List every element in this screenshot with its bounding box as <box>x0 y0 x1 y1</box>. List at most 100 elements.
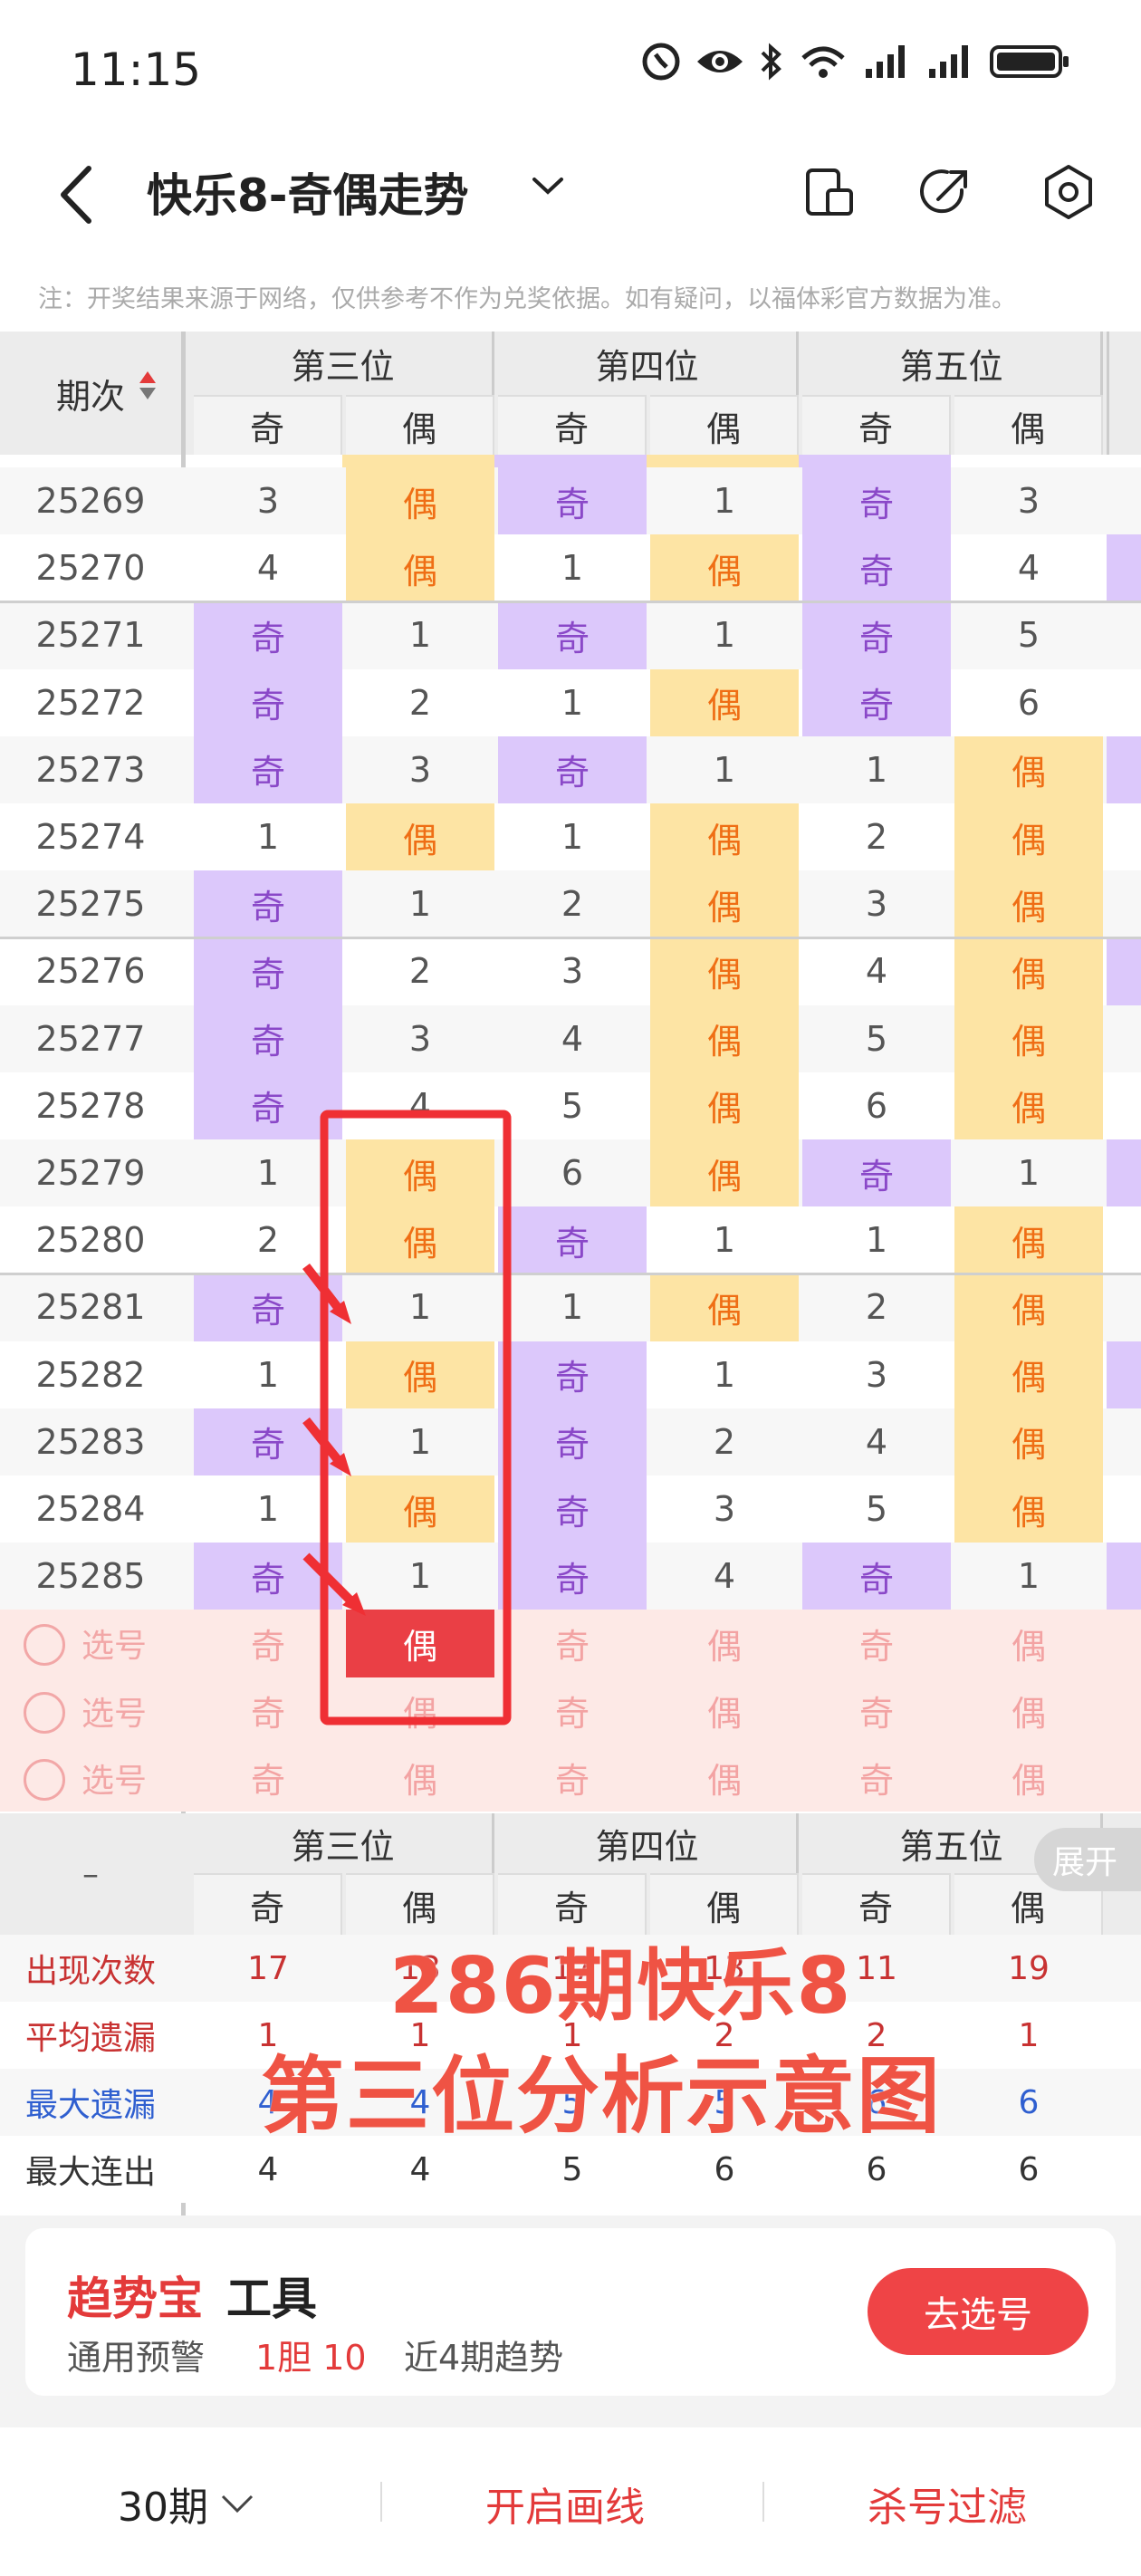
period-cell: 25269 <box>35 481 146 522</box>
trend-cell: 奇 <box>194 1543 342 1610</box>
stats-value: 6 <box>714 2150 735 2188</box>
trend-cell: 偶 <box>954 1408 1103 1475</box>
stats-value: 17 <box>551 1949 593 1987</box>
stats-value: 11 <box>856 1949 897 1987</box>
radio-circle-icon[interactable] <box>24 1758 65 1801</box>
select-option-cell[interactable]: 偶 <box>954 1677 1103 1745</box>
trend-cell: 1 <box>408 884 432 925</box>
trend-cell: 偶 <box>346 1475 494 1543</box>
trend-cell-partial <box>1107 803 1141 870</box>
trend-cell: 1 <box>561 817 584 858</box>
period-cell: 25272 <box>35 682 146 723</box>
settings-icon[interactable] <box>1040 163 1098 221</box>
select-option-cell[interactable]: 偶 <box>954 1610 1103 1677</box>
tool-brand: 趋势宝 <box>67 2273 203 2325</box>
go-select-button[interactable]: 去选号 <box>868 2268 1088 2355</box>
draw-lines-button[interactable]: 开启画线 <box>485 2475 645 2533</box>
select-option-cell[interactable]: 偶 <box>650 1610 799 1677</box>
trend-cell: 奇 <box>194 1072 342 1139</box>
go-select-label: 去选号 <box>924 2294 1032 2336</box>
select-option-cell[interactable]: 偶 <box>346 1745 494 1812</box>
trend-cell: 1 <box>408 1421 432 1462</box>
stats-value: 6 <box>1018 2083 1040 2121</box>
filter-button[interactable]: 杀号过滤 <box>868 2475 1027 2533</box>
sort-down-icon[interactable] <box>139 388 156 399</box>
trend-cell: 6 <box>561 1153 584 1194</box>
period-cell: 25284 <box>35 1489 146 1530</box>
select-option-cell[interactable]: 偶 <box>650 1745 799 1812</box>
trend-table[interactable]: 期次 第三位 第四位 第五位奇偶奇偶奇偶 25269 3 偶奇 1 奇 3 25270 4 偶 1 偶奇 4 2… <box>0 332 1141 2216</box>
back-icon[interactable] <box>54 163 100 226</box>
trend-cell: 偶 <box>954 870 1103 938</box>
trend-cell-partial <box>1107 1274 1141 1341</box>
period-selector[interactable]: 30期 <box>118 2475 255 2533</box>
select-option-cell[interactable]: 奇 <box>498 1610 647 1677</box>
status-icons <box>641 42 1070 82</box>
trend-cell: 2 <box>865 1287 888 1328</box>
signal-icon <box>866 45 905 78</box>
chevron-down-icon[interactable] <box>530 172 566 199</box>
select-option-cell[interactable]: 奇 <box>194 1610 342 1677</box>
trend-cell: 奇 <box>498 1543 647 1610</box>
trend-cell: 偶 <box>954 1274 1103 1341</box>
select-option-cell[interactable]: 偶 <box>650 1677 799 1745</box>
subheader: 奇 <box>802 395 951 455</box>
position-header: 第四位 <box>498 332 799 395</box>
disclaimer-notice: 注：开奖结果来源于网络，仅供参考不作为兑奖依据。如有疑问，以福体彩官方数据为准。 <box>0 268 1141 332</box>
device-switch-icon[interactable] <box>801 163 858 221</box>
wifi-icon <box>801 46 845 78</box>
stats-label: 最大遗漏 <box>24 2087 156 2124</box>
select-option-cell[interactable]: 奇 <box>802 1745 951 1812</box>
select-option-cell[interactable]: 奇 <box>194 1745 342 1812</box>
trend-cell: 奇 <box>194 1004 342 1072</box>
trend-cell: 奇 <box>498 1408 647 1475</box>
trend-cell: 偶 <box>650 1274 799 1341</box>
select-option-cell[interactable]: 奇 <box>802 1610 951 1677</box>
stats-value: 13 <box>704 1949 745 1987</box>
trend-cell: 1 <box>256 817 280 858</box>
trend-cell-partial <box>1107 601 1141 668</box>
cell-partial <box>342 455 494 467</box>
page-title[interactable]: 快乐8-奇偶走势 <box>147 159 469 225</box>
trend-cell: 6 <box>1017 682 1040 723</box>
trend-cell-partial <box>1107 1543 1141 1610</box>
trend-cell-partial <box>1107 1408 1141 1475</box>
chevron-down-icon <box>221 2494 254 2514</box>
row-group-divider <box>0 937 1141 940</box>
subheader: 偶 <box>650 1873 799 1935</box>
period-cell: 25275 <box>35 884 146 925</box>
period-cell: 25276 <box>35 951 146 992</box>
select-label[interactable]: 选号 <box>82 1677 181 1745</box>
trend-cell: 奇 <box>194 601 342 669</box>
stats-value: 4 <box>257 2083 279 2121</box>
status-bar: 11:15 <box>0 0 1141 145</box>
trend-cell: 奇 <box>802 668 951 736</box>
trend-cell: 4 <box>865 951 888 992</box>
cell-partial <box>799 455 951 467</box>
trend-cell: 2 <box>713 1421 736 1462</box>
stats-value: 17 <box>247 1949 289 1987</box>
trend-cell: 1 <box>865 1220 888 1261</box>
trend-cell: 1 <box>865 749 888 790</box>
select-option-cell[interactable]: 奇 <box>498 1677 647 1745</box>
trend-cell-partial <box>1107 1341 1141 1408</box>
expand-button[interactable]: 展开 <box>1034 1828 1141 1891</box>
select-option-cell[interactable]: 奇 <box>802 1677 951 1745</box>
trend-cell: 偶 <box>346 1341 494 1408</box>
share-icon[interactable] <box>916 163 974 221</box>
select-option-cell[interactable]: 奇 <box>498 1745 647 1812</box>
select-option-cell[interactable]: 偶 <box>954 1745 1103 1812</box>
select-option-cell[interactable]: 奇 <box>194 1677 342 1745</box>
select-option-cell[interactable]: 偶 <box>346 1677 494 1745</box>
trend-cell: 3 <box>1017 481 1040 522</box>
radio-circle-icon[interactable] <box>24 1691 65 1734</box>
sort-up-icon[interactable] <box>139 371 156 383</box>
trend-cell-partial <box>1107 534 1141 602</box>
select-label[interactable]: 选号 <box>82 1610 181 1677</box>
selected-even-cell[interactable]: 偶 <box>346 1610 494 1677</box>
eye-icon <box>697 51 743 72</box>
select-label[interactable]: 选号 <box>82 1745 181 1812</box>
tool-line-highlight: 1胆 10 <box>255 2338 367 2378</box>
period-cell: 25273 <box>35 749 146 790</box>
trend-cell-partial <box>1107 467 1141 534</box>
